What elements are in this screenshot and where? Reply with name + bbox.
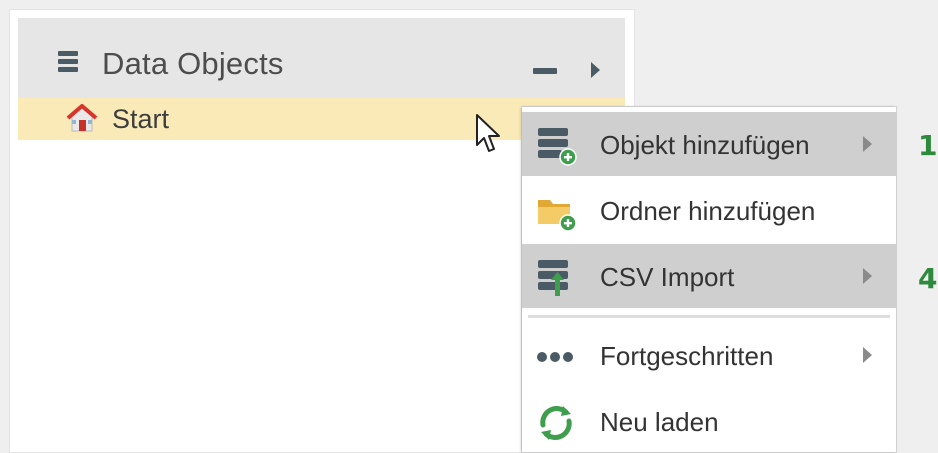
menu-item-label: CSV Import	[600, 262, 735, 292]
reload-icon	[540, 406, 572, 440]
add-folder-icon	[538, 200, 577, 232]
more-icon	[537, 352, 573, 362]
submenu-arrow-icon	[863, 347, 872, 363]
add-object-icon	[538, 128, 577, 166]
menu-item-reload[interactable]: Neu laden	[522, 389, 896, 453]
panel-header[interactable]: Data Objects	[18, 18, 625, 98]
menu-item-add-object[interactable]: Objekt hinzufügen	[522, 112, 896, 176]
menu-separator	[528, 315, 890, 318]
tree-item-label: Start	[112, 104, 170, 134]
csv-import-icon	[538, 260, 568, 296]
menu-item-label: Neu laden	[600, 407, 719, 437]
mouse-cursor-icon	[476, 114, 500, 152]
panel-title: Data Objects	[102, 46, 284, 81]
menu-item-label: Fortgeschritten	[600, 341, 774, 371]
list-icon	[58, 51, 78, 75]
arrow-right-icon[interactable]	[591, 62, 600, 78]
menu-item-csv-import[interactable]: CSV Import	[522, 244, 896, 308]
menu-item-advanced[interactable]: Fortgeschritten	[522, 323, 896, 387]
submenu-arrow-icon	[863, 268, 872, 284]
menu-item-label: Objekt hinzufügen	[600, 130, 810, 160]
menu-item-label: Ordner hinzufügen	[600, 196, 816, 226]
home-icon	[66, 104, 98, 132]
submenu-arrow-icon	[863, 136, 872, 152]
callout-number: 4	[918, 262, 938, 295]
context-menu: Objekt hinzufügen Ordner hinzufügen CSV …	[522, 107, 896, 452]
callout-number: 1	[918, 129, 938, 162]
menu-item-add-folder[interactable]: Ordner hinzufügen	[522, 178, 896, 242]
minus-icon[interactable]	[533, 68, 557, 74]
